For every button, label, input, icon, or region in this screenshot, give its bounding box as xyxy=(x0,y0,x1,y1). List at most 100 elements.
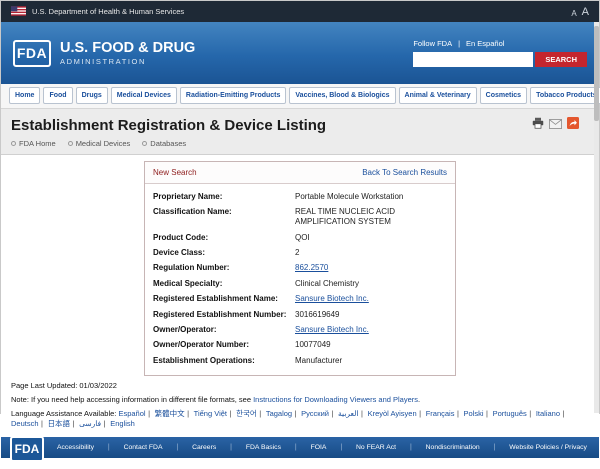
new-search-link[interactable]: New Search xyxy=(153,168,197,177)
lang-chinese[interactable]: 繁體中文 xyxy=(155,409,185,418)
lang-espanol[interactable]: Español xyxy=(118,409,145,418)
title-section: Establishment Registration & Device List… xyxy=(1,109,599,155)
print-icon[interactable] xyxy=(532,116,544,134)
footer-link-careers[interactable]: Careers xyxy=(192,444,216,451)
owner-operator-number-value: 10077049 xyxy=(293,338,455,353)
lang-arabic[interactable]: العربية xyxy=(338,409,359,418)
product-code-value: QOI xyxy=(293,230,455,245)
breadcrumb: FDA Home Medical Devices Databases xyxy=(11,134,589,154)
breadcrumb-databases[interactable]: Databases xyxy=(142,139,186,148)
viewers-players-link[interactable]: Instructions for Downloading Viewers and… xyxy=(253,395,418,404)
device-detail-table: Proprietary Name:Portable Molecule Works… xyxy=(145,189,455,369)
table-row: Registered Establishment Number:30166196… xyxy=(145,307,455,322)
lang-tagalog[interactable]: Tagalog xyxy=(266,409,292,418)
table-row: Owner/Operator Number:10077049 xyxy=(145,338,455,353)
table-row: Medical Specialty:Clinical Chemistry xyxy=(145,276,455,291)
nav-item-tobacco[interactable]: Tobacco Products xyxy=(530,87,600,104)
device-class-value: 2 xyxy=(293,246,455,261)
hhs-department-link[interactable]: U.S. Department of Health & Human Servic… xyxy=(32,7,565,16)
table-row: Proprietary Name:Portable Molecule Works… xyxy=(145,189,455,204)
nav-item-cosmetics[interactable]: Cosmetics xyxy=(480,87,527,104)
classification-name-value: REAL TIME NUCLEIC ACID AMPLIFICATION SYS… xyxy=(293,204,455,230)
registered-establishment-name-link[interactable]: Sansure Biotech Inc. xyxy=(295,294,369,303)
lang-kreyol[interactable]: Kreyòl Ayisyen xyxy=(368,409,417,418)
bottom-strip xyxy=(1,458,599,469)
font-size-controls: A A xyxy=(571,6,589,18)
search-button[interactable]: SEARCH xyxy=(535,52,587,67)
footer-link-website-policies[interactable]: Website Policies / Privacy xyxy=(509,444,587,451)
lang-russian[interactable]: Русский xyxy=(301,409,329,418)
breadcrumb-dot xyxy=(142,141,147,146)
lang-vietnamese[interactable]: Tiếng Việt xyxy=(194,409,227,418)
en-espanol-link[interactable]: En Español xyxy=(466,39,504,48)
table-row: Owner/Operator:Sansure Biotech Inc. xyxy=(145,323,455,338)
table-row: Product Code:QOI xyxy=(145,230,455,245)
lang-portuguese[interactable]: Português xyxy=(493,409,527,418)
search-bar: SEARCH xyxy=(413,52,587,67)
footer-link-foia[interactable]: FOIA xyxy=(311,444,327,451)
breadcrumb-medical-devices[interactable]: Medical Devices xyxy=(68,139,131,148)
search-input[interactable] xyxy=(413,52,533,67)
result-box-header: New Search Back To Search Results xyxy=(145,162,455,184)
footer-link-fda-basics[interactable]: FDA Basics xyxy=(246,444,281,451)
footer-link-accessibility[interactable]: Accessibility xyxy=(57,444,94,451)
email-icon[interactable] xyxy=(549,116,562,134)
lang-farsi[interactable]: فارسی xyxy=(79,419,101,428)
footer-link-contact-fda[interactable]: Contact FDA xyxy=(124,444,163,451)
nav-item-food[interactable]: Food xyxy=(43,87,72,104)
lang-italian[interactable]: Italiano xyxy=(536,409,560,418)
page-root: U.S. Department of Health & Human Servic… xyxy=(0,0,600,414)
font-size-large-button[interactable]: A xyxy=(582,6,589,18)
lang-polish[interactable]: Polski xyxy=(464,409,484,418)
top-bar: U.S. Department of Health & Human Servic… xyxy=(1,1,599,22)
footer-links: Accessibility| Contact FDA| Careers| FDA… xyxy=(57,444,587,451)
nav-item-radiation[interactable]: Radiation-Emitting Products xyxy=(180,87,287,104)
font-size-small-button[interactable]: A xyxy=(571,9,576,18)
lang-english[interactable]: English xyxy=(110,419,135,428)
table-row: Regulation Number:862.2570 xyxy=(145,261,455,276)
main-nav: Home Food Drugs Medical Devices Radiatio… xyxy=(1,84,599,109)
nav-item-home[interactable]: Home xyxy=(9,87,40,104)
fda-logo[interactable]: FDA xyxy=(13,40,51,67)
back-to-results-link[interactable]: Back To Search Results xyxy=(362,168,447,177)
lang-german[interactable]: Deutsch xyxy=(11,419,39,428)
page-last-updated: Page Last Updated: 01/03/2022 xyxy=(11,381,589,392)
lang-japanese[interactable]: 日本語 xyxy=(48,419,71,428)
breadcrumb-dot xyxy=(11,141,16,146)
language-assistance: Language Assistance Available: Español| … xyxy=(11,409,589,430)
footer-link-nondiscrimination[interactable]: Nondiscrimination xyxy=(426,444,480,451)
scrollbar-thumb[interactable] xyxy=(594,26,599,121)
nav-item-animal[interactable]: Animal & Veterinary xyxy=(399,87,477,104)
footer-bar: FDA Accessibility| Contact FDA| Careers|… xyxy=(1,437,599,458)
follow-fda-link[interactable]: Follow FDA xyxy=(413,39,452,48)
footer-fda-logo[interactable]: FDA xyxy=(10,436,44,462)
main-content: New Search Back To Search Results Propri… xyxy=(1,155,599,376)
medical-specialty-value: Clinical Chemistry xyxy=(293,276,455,291)
header-right: Follow FDA | En Español SEARCH xyxy=(413,39,587,67)
footer-link-no-fear-act[interactable]: No FEAR Act xyxy=(356,444,396,451)
nav-item-vaccines[interactable]: Vaccines, Blood & Biologics xyxy=(289,87,395,104)
share-icon[interactable] xyxy=(567,116,579,134)
proprietary-name-value: Portable Molecule Workstation xyxy=(293,189,455,204)
nav-item-drugs[interactable]: Drugs xyxy=(76,87,108,104)
registered-establishment-number-value: 3016619649 xyxy=(293,307,455,322)
page-action-icons xyxy=(532,116,579,134)
us-flag-icon xyxy=(11,3,26,21)
lang-korean[interactable]: 한국어 xyxy=(236,409,257,418)
nav-item-medical-devices[interactable]: Medical Devices xyxy=(111,87,177,104)
owner-operator-link[interactable]: Sansure Biotech Inc. xyxy=(295,325,369,334)
table-row: Registered Establishment Name:Sansure Bi… xyxy=(145,292,455,307)
lang-french[interactable]: Français xyxy=(426,409,455,418)
table-row: Classification Name:REAL TIME NUCLEIC AC… xyxy=(145,204,455,230)
language-assistance-label: Language Assistance Available: xyxy=(11,409,116,418)
scrollbar[interactable] xyxy=(594,22,599,413)
device-detail-box: New Search Back To Search Results Propri… xyxy=(144,161,456,376)
fda-brand[interactable]: FDA U.S. FOOD & DRUG ADMINISTRATION xyxy=(13,40,195,67)
breadcrumb-fda-home[interactable]: FDA Home xyxy=(11,139,56,148)
table-row: Establishment Operations:Manufacturer xyxy=(145,353,455,368)
brand-subtitle: ADMINISTRATION xyxy=(60,57,195,66)
brand-title: U.S. FOOD & DRUG xyxy=(60,40,195,56)
regulation-number-link[interactable]: 862.2570 xyxy=(295,263,328,272)
header-link-separator: | xyxy=(458,39,460,48)
file-formats-note: Note: If you need help accessing informa… xyxy=(11,395,589,406)
